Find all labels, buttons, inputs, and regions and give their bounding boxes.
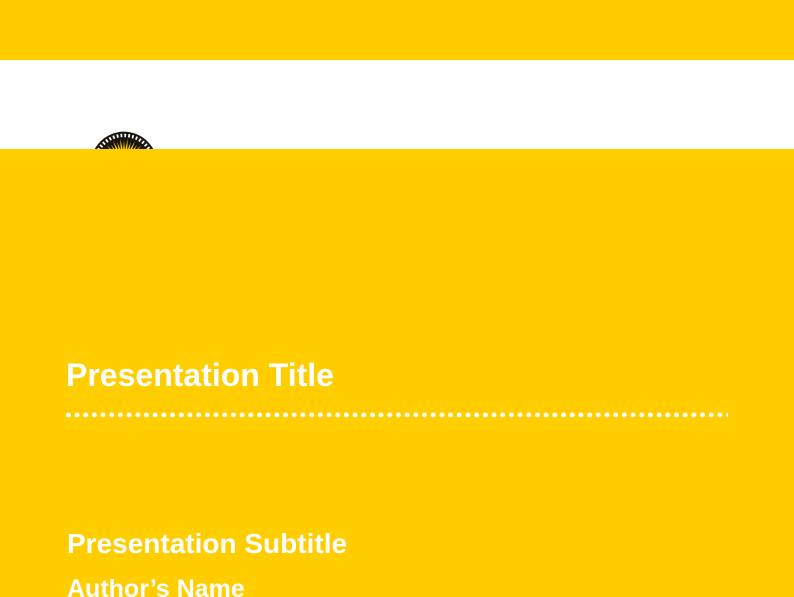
title-slide: Utrecht University Presentation Title Pr… (0, 0, 794, 597)
slide-body: Presentation Title Presentation Subtitle… (0, 149, 794, 597)
presentation-subtitle: Presentation Subtitle (67, 529, 347, 559)
author-name: Author’s Name (67, 576, 245, 597)
logo-band: Utrecht University (0, 60, 794, 149)
top-accent-band (0, 0, 794, 60)
presentation-title: Presentation Title (66, 358, 334, 392)
dotted-divider (66, 412, 728, 418)
